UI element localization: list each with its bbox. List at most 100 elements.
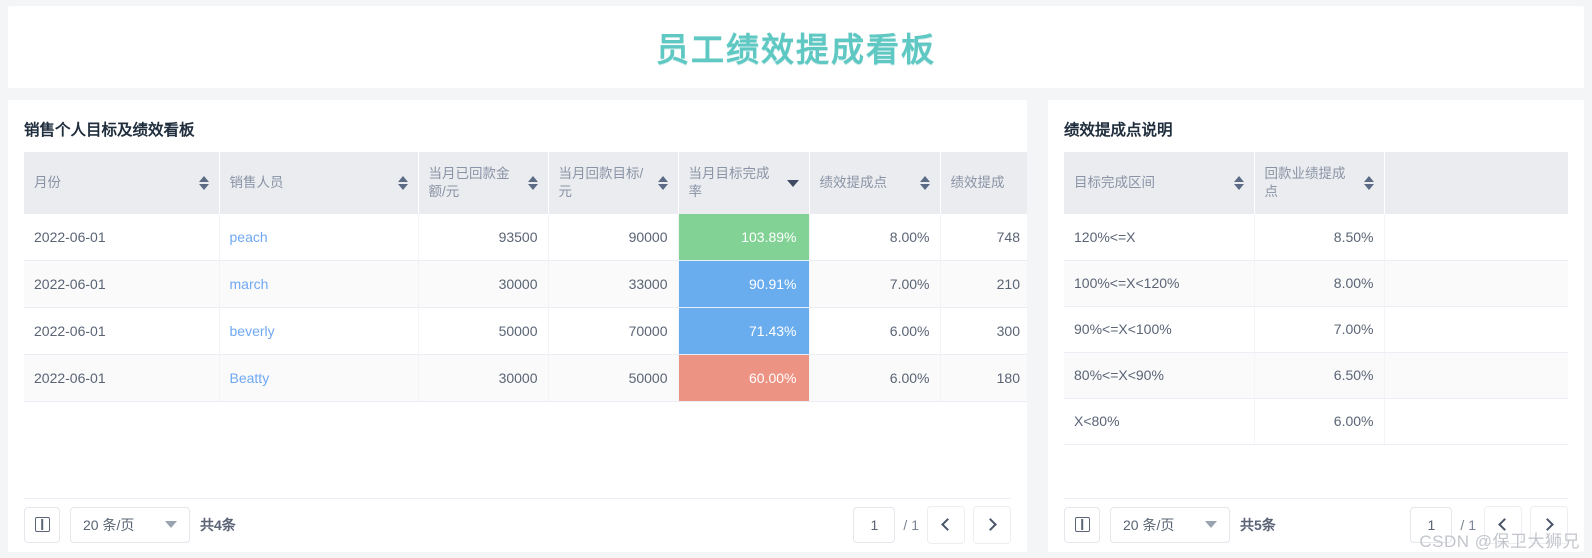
column-settings-button[interactable] (1064, 506, 1100, 543)
col-header-received-label: 当月已回款金额/元 (428, 165, 510, 199)
page-total-label: / 1 (903, 516, 919, 533)
columns-settings-icon (1074, 517, 1090, 532)
cell-month: 2022-06-01 (24, 260, 220, 308)
table-row[interactable]: 2022-06-01 beverly 50000 70000 71.43% 6.… (24, 307, 1027, 355)
cell-completion-rate: 90.91% (678, 260, 810, 308)
sort-icon[interactable] (656, 176, 668, 190)
col-header-commission[interactable]: 绩效提成 (940, 152, 1027, 214)
prev-page-button[interactable] (927, 505, 965, 544)
cell-payback-point: 6.00% (1254, 398, 1385, 445)
col-header-salesperson[interactable]: 销售人员 (219, 152, 419, 214)
right-header-row: 目标完成区间 回款业绩提成点 (1064, 152, 1568, 214)
cell-completion-rate: 103.89% (678, 214, 810, 261)
table-row[interactable]: 2022-06-01 march 30000 33000 90.91% 7.00… (24, 260, 1027, 308)
table-row[interactable]: 2022-06-01 peach 93500 90000 103.89% 8.0… (24, 214, 1027, 261)
cell-received: 30000 (418, 354, 549, 402)
commission-rules-table: 目标完成区间 回款业绩提成点 120%<=X 8.50% 100%<=X<120… (1064, 152, 1568, 445)
cell-empty (1384, 398, 1568, 445)
watermark: CSDN @保卫大狮兄 (1419, 532, 1580, 551)
cell-commission: 300 (940, 307, 1027, 355)
table-row[interactable]: X<80% 6.00% (1064, 398, 1568, 445)
salesperson-link[interactable]: beverly (230, 323, 275, 339)
column-settings-button[interactable] (24, 506, 60, 543)
cell-target-range: 90%<=X<100% (1064, 306, 1255, 353)
col-header-payback-point[interactable]: 回款业绩提成点 (1254, 152, 1385, 214)
col-header-target-range-label: 目标完成区间 (1074, 174, 1155, 190)
sort-icon[interactable] (396, 176, 408, 190)
columns-settings-icon (34, 517, 50, 532)
table-row[interactable]: 120%<=X 8.50% (1064, 214, 1568, 261)
sales-performance-table: 月份 销售人员 当月已回款金额/元 当月回款目标/元 当月目标完成率 绩效提成点… (24, 152, 1027, 402)
page-size-value: 20 条/页 (83, 516, 135, 533)
cell-completion-rate: 71.43% (678, 307, 810, 355)
left-table-head: 月份 销售人员 当月已回款金额/元 当月回款目标/元 当月目标完成率 绩效提成点… (24, 152, 1027, 214)
page-title-card: 员工绩效提成看板 (8, 6, 1584, 88)
cell-payback-point: 8.50% (1254, 214, 1385, 261)
salesperson-link[interactable]: march (230, 276, 269, 292)
left-pagination: 20 条/页 共4条 1 / 1 (24, 498, 1011, 544)
cell-salesperson[interactable]: beverly (219, 307, 419, 355)
total-count-label: 共4条 (200, 516, 236, 533)
right-table-head: 目标完成区间 回款业绩提成点 (1064, 152, 1568, 214)
page-number-input[interactable]: 1 (853, 506, 896, 543)
table-row[interactable]: 90%<=X<100% 7.00% (1064, 306, 1568, 353)
table-row[interactable]: 80%<=X<90% 6.50% (1064, 352, 1568, 399)
sort-icon[interactable] (197, 176, 209, 190)
sort-icon[interactable] (918, 176, 930, 190)
col-header-commission-point[interactable]: 绩效提成点 (809, 152, 941, 214)
salesperson-link[interactable]: Beatty (230, 370, 270, 386)
sort-icon[interactable] (1232, 176, 1244, 190)
cell-commission-point: 6.00% (809, 307, 941, 355)
cell-target-range: 100%<=X<120% (1064, 260, 1255, 307)
col-header-received[interactable]: 当月已回款金额/元 (418, 152, 549, 214)
cell-empty (1384, 214, 1568, 261)
col-header-target[interactable]: 当月回款目标/元 (548, 152, 679, 214)
right-panel-title: 绩效提成点说明 (1064, 122, 1173, 139)
cell-salesperson[interactable]: peach (219, 214, 419, 261)
sort-icon[interactable] (1362, 176, 1374, 190)
commission-rules-panel: 绩效提成点说明 目标完成区间 回款业绩提成点 120%<=X 8.50% 100… (1048, 100, 1584, 552)
cell-target-range: X<80% (1064, 398, 1255, 445)
cell-payback-point: 7.00% (1254, 306, 1385, 353)
cell-month: 2022-06-01 (24, 214, 220, 261)
salesperson-link[interactable]: peach (230, 229, 268, 245)
cell-salesperson[interactable]: march (219, 260, 419, 308)
col-header-target-range[interactable]: 目标完成区间 (1064, 152, 1255, 214)
sort-icon[interactable] (526, 176, 538, 190)
cell-commission: 180 (940, 354, 1027, 402)
page-size-select[interactable]: 20 条/页 (70, 506, 190, 543)
col-header-month[interactable]: 月份 (24, 152, 220, 214)
cell-empty (1384, 306, 1568, 353)
cell-commission-point: 7.00% (809, 260, 941, 308)
sort-descending-icon[interactable] (785, 179, 799, 187)
cell-target-range: 80%<=X<90% (1064, 352, 1255, 399)
left-table-wrapper: 月份 销售人员 当月已回款金额/元 当月回款目标/元 当月目标完成率 绩效提成点… (8, 152, 1027, 402)
right-table-body: 120%<=X 8.50% 100%<=X<120% 8.00% 90%<=X<… (1064, 214, 1568, 445)
cell-received: 93500 (418, 214, 549, 261)
page-size-select[interactable]: 20 条/页 (1110, 506, 1230, 543)
cell-target-range: 120%<=X (1064, 214, 1255, 261)
cell-target: 70000 (548, 307, 679, 355)
rate-badge: 103.89% (678, 214, 808, 260)
cell-completion-rate: 60.00% (678, 354, 810, 402)
page-title: 员工绩效提成看板 (656, 31, 936, 68)
right-table-wrapper: 目标完成区间 回款业绩提成点 120%<=X 8.50% 100%<=X<120… (1048, 152, 1584, 445)
cell-payback-point: 8.00% (1254, 260, 1385, 307)
col-header-salesperson-label: 销售人员 (229, 174, 284, 190)
col-header-commission-label: 绩效提成 (950, 174, 1005, 190)
chevron-down-icon (1205, 521, 1217, 528)
col-header-completion-rate[interactable]: 当月目标完成率 (678, 152, 810, 214)
next-page-button[interactable] (973, 505, 1011, 544)
page-size-value: 20 条/页 (1123, 516, 1175, 533)
cell-target: 50000 (548, 354, 679, 402)
cell-salesperson[interactable]: Beatty (219, 354, 419, 402)
cell-month: 2022-06-01 (24, 354, 220, 402)
col-header-completion-rate-label: 当月目标完成率 (688, 165, 770, 199)
col-header-commission-point-label: 绩效提成点 (819, 174, 888, 190)
left-header-row: 月份 销售人员 当月已回款金额/元 当月回款目标/元 当月目标完成率 绩效提成点… (24, 152, 1027, 214)
col-header-target-label: 当月回款目标/元 (558, 165, 644, 199)
table-row[interactable]: 100%<=X<120% 8.00% (1064, 260, 1568, 307)
cell-empty (1384, 352, 1568, 399)
table-row[interactable]: 2022-06-01 Beatty 30000 50000 60.00% 6.0… (24, 354, 1027, 402)
col-header-payback-point-label: 回款业绩提成点 (1264, 165, 1346, 199)
